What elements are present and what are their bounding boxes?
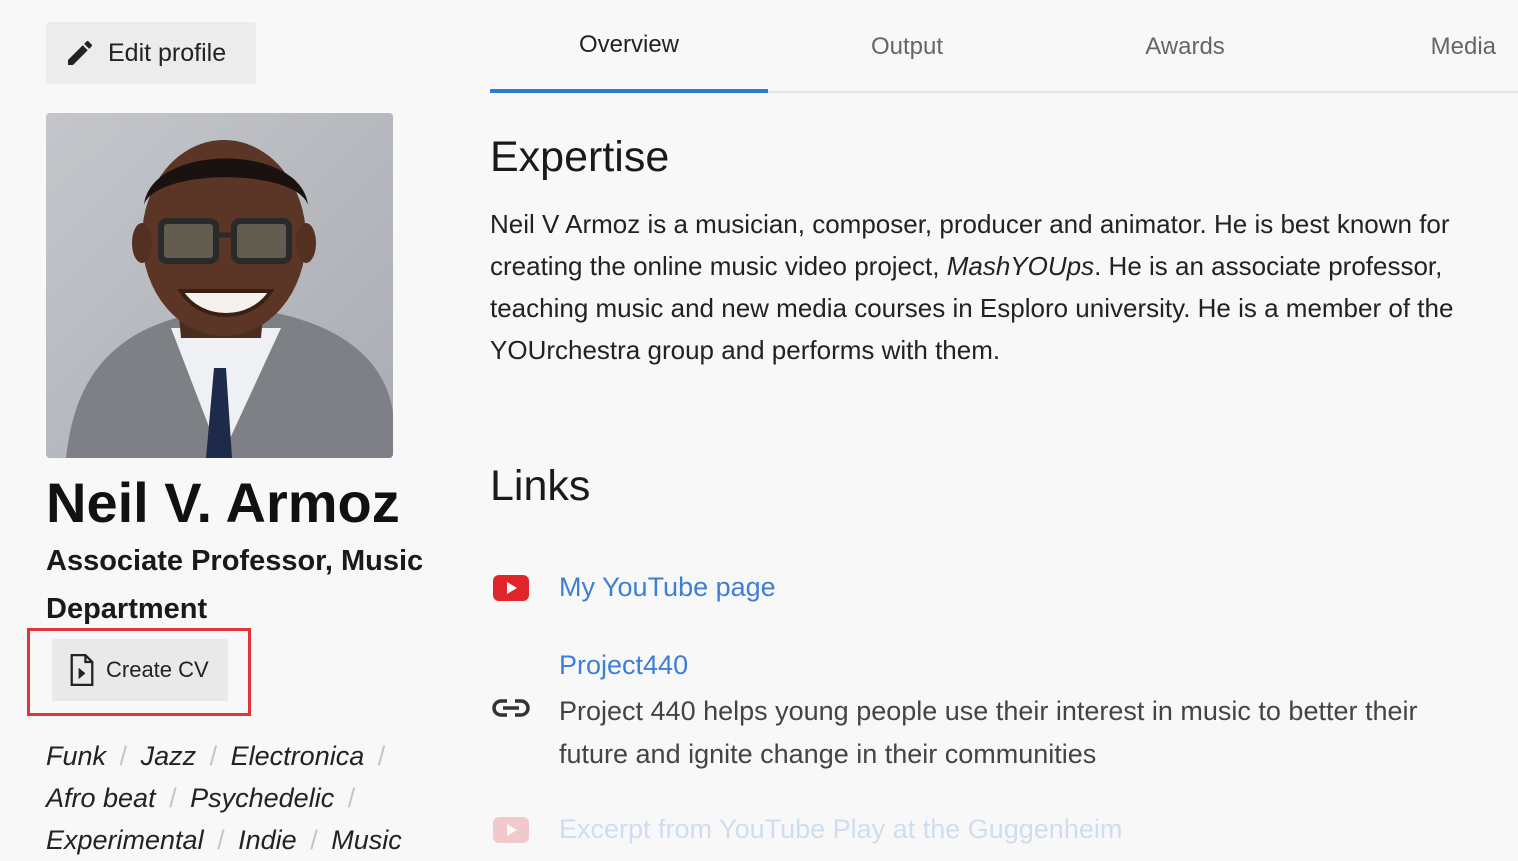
expertise-text: Neil V Armoz is a musician, composer, pr… — [490, 209, 1454, 365]
keyword-tag[interactable]: Music — [331, 825, 402, 855]
pencil-icon — [68, 40, 93, 65]
keyword-tag[interactable]: Electronica — [231, 741, 365, 771]
link-guggenheim-excerpt[interactable]: Excerpt from YouTube Play at the Guggenh… — [559, 814, 1122, 845]
keyword-separator: / — [217, 825, 225, 855]
keyword-tag[interactable]: Psychedelic — [190, 783, 334, 813]
keyword-tag[interactable]: Indie — [238, 825, 297, 855]
profile-photo — [46, 113, 393, 458]
keyword-tag[interactable]: Jazz — [141, 741, 197, 771]
tab-media[interactable]: Media — [1324, 0, 1518, 93]
keyword-separator: / — [209, 741, 218, 771]
faded-link-row: Excerpt from YouTube Play at the Guggenh… — [493, 814, 1493, 845]
tab-overview[interactable]: Overview — [490, 0, 768, 93]
keyword-tag[interactable]: Afro beat — [46, 783, 156, 813]
keyword-list: Funk / Jazz / Electronica / Afro beat / … — [46, 735, 441, 861]
youtube-icon — [493, 816, 529, 843]
tab-awards[interactable]: Awards — [1046, 0, 1324, 93]
project-name-emphasis: MashYOUps — [946, 251, 1095, 281]
link-project440[interactable]: Project440 — [559, 650, 688, 681]
tab-output[interactable]: Output — [768, 0, 1046, 93]
youtube-icon — [493, 575, 529, 606]
keyword-tag[interactable]: Funk — [46, 741, 106, 771]
edit-profile-label: Edit profile — [108, 38, 227, 67]
link-youtube-page[interactable]: My YouTube page — [559, 572, 776, 603]
keyword-tag[interactable]: Experimental — [46, 825, 204, 855]
keyword-separator: / — [169, 783, 177, 813]
profile-tab-bar: Overview Output Awards Media — [490, 0, 1518, 93]
links-heading: Links — [490, 462, 591, 510]
document-icon — [70, 654, 94, 686]
keyword-separator: / — [347, 783, 356, 813]
keyword-separator: / — [377, 741, 386, 771]
keyword-separator: / — [310, 825, 318, 855]
profile-title: Associate Professor, Music Department — [46, 545, 424, 625]
profile-name: Neil V. Armoz — [46, 471, 400, 534]
expertise-heading: Expertise — [490, 133, 670, 181]
edit-profile-button[interactable]: Edit profile — [46, 22, 256, 84]
chain-link-icon — [492, 696, 530, 725]
create-cv-label: Create CV — [106, 657, 209, 682]
project440-description: Project 440 helps young people use their… — [559, 696, 1418, 769]
create-cv-button[interactable]: Create CV — [52, 639, 228, 701]
keyword-separator: / — [119, 741, 128, 771]
